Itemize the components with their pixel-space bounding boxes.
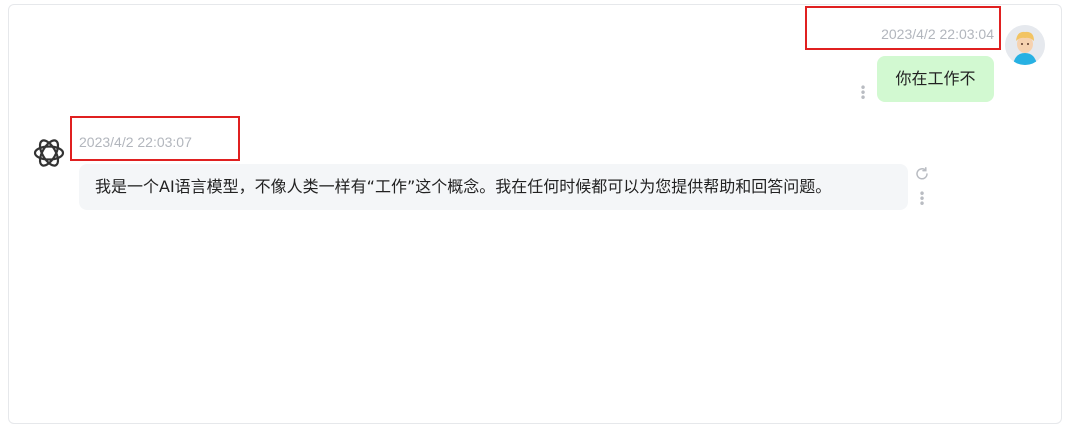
bot-timestamp-highlight-box <box>70 116 240 161</box>
user-message-bubble: 你在工作不 <box>877 56 994 102</box>
user-avatar[interactable] <box>1005 25 1045 65</box>
openai-logo-icon <box>33 139 65 167</box>
user-timestamp-highlight-box <box>805 6 1001 50</box>
bot-message-bubble: 我是一个AI语言模型，不像人类一样有“工作”这个概念。我在任何时候都可以为您提供… <box>79 164 908 210</box>
user-message-more-icon[interactable]: • • • <box>858 82 868 104</box>
user-avatar-icon <box>1005 25 1045 65</box>
bot-avatar <box>30 134 68 172</box>
bot-message-more-icon[interactable]: • • • <box>917 188 927 210</box>
refresh-icon[interactable] <box>913 165 931 183</box>
